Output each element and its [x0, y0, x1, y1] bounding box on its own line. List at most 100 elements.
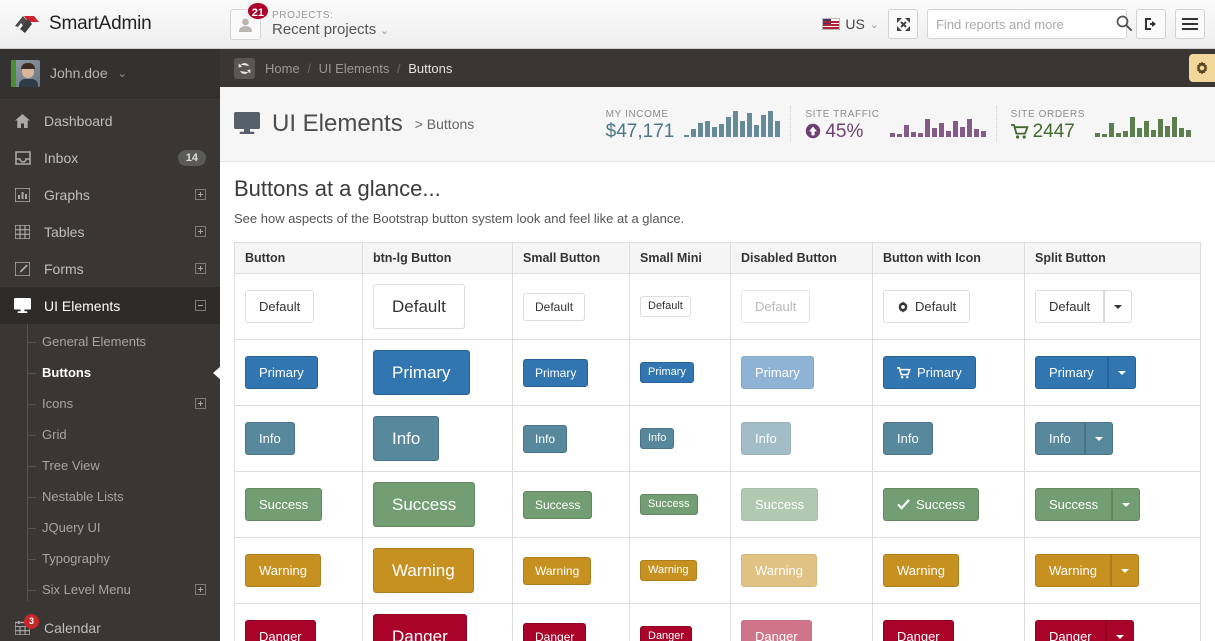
button-lg-warning[interactable]: Warning	[373, 548, 474, 593]
calendar-icon: 3	[14, 613, 39, 635]
brand[interactable]: SmartAdmin	[0, 0, 220, 49]
cell-button: Warning	[234, 537, 363, 604]
split-main-danger[interactable]: Danger	[1035, 620, 1106, 641]
calendar-count-badge: 3	[24, 613, 39, 629]
sidebar-item-dashboard[interactable]: Dashboard	[0, 102, 220, 139]
search-input[interactable]	[936, 16, 1112, 32]
fullscreen-button[interactable]	[888, 9, 918, 39]
sidebar-item-tables[interactable]: Tables	[0, 213, 220, 250]
button-xs-success[interactable]: Success	[640, 494, 698, 515]
collapse-minus-icon[interactable]	[195, 300, 206, 311]
button-label: Primary	[755, 365, 800, 380]
cell-disabled-button: Success	[730, 471, 873, 538]
cell-button: Success	[234, 471, 363, 538]
button-icon-warning[interactable]: Warning	[883, 554, 959, 587]
split-toggle-info[interactable]	[1084, 422, 1113, 455]
split-main-warning[interactable]: Warning	[1035, 554, 1111, 587]
search-box[interactable]	[927, 9, 1132, 39]
sidebar-item-icons[interactable]: Icons	[0, 388, 220, 419]
button-label: Default	[755, 299, 797, 314]
split-toggle-warning[interactable]	[1110, 554, 1139, 587]
cell-small-button: Success	[512, 471, 630, 538]
hamburger-icon	[1182, 18, 1198, 30]
sidebar-item-tree-view[interactable]: Tree View	[0, 450, 220, 481]
split-toggle-success[interactable]	[1112, 488, 1141, 521]
sidebar-item-nestable-lists[interactable]: Nestable Lists	[0, 481, 220, 512]
button-xs-warning[interactable]: Warning	[640, 560, 697, 581]
button-sm-default[interactable]: Default	[523, 292, 586, 321]
button-sm-success[interactable]: Success	[523, 490, 593, 519]
button-default[interactable]: Default	[245, 290, 315, 323]
table-column-header-6: Split Button	[1024, 242, 1201, 274]
button-warning[interactable]: Warning	[245, 554, 321, 587]
button-label: Primary	[917, 365, 962, 380]
cell-small-mini: Primary	[629, 339, 731, 406]
projects-selector[interactable]: Recent projects ⌄	[272, 21, 389, 38]
split-main-primary[interactable]: Primary	[1035, 356, 1108, 389]
button-icon-danger[interactable]: Danger	[883, 620, 954, 641]
button-lg-success[interactable]: Success	[373, 482, 476, 527]
button-xs-primary[interactable]: Primary	[640, 362, 694, 383]
projects-icon-wrap[interactable]: 21	[230, 0, 270, 40]
button-xs-danger[interactable]: Danger	[640, 626, 693, 641]
button-sm-danger[interactable]: Danger	[523, 622, 587, 641]
sidebar-item-six-level-menu[interactable]: Six Level Menu	[0, 574, 220, 605]
button-lg-info[interactable]: Info	[373, 416, 440, 461]
button-sm-info[interactable]: Info	[523, 424, 568, 453]
split-toggle-default[interactable]	[1104, 290, 1133, 323]
refresh-button[interactable]	[234, 57, 255, 79]
projects-block[interactable]: 21 PROJECTS: Recent projects ⌄	[220, 0, 389, 40]
button-lg-danger[interactable]: Danger	[373, 614, 467, 641]
sidebar-user[interactable]: John.doe ⌄	[0, 49, 220, 98]
split-button-info: Info	[1035, 422, 1113, 455]
logout-button[interactable]	[1136, 9, 1166, 39]
button-info[interactable]: Info	[245, 422, 295, 455]
cell-small-button: Primary	[512, 339, 630, 406]
search-icon[interactable]	[1116, 15, 1132, 34]
button-icon-info[interactable]: Info	[883, 422, 933, 455]
expand-plus-icon[interactable]	[195, 263, 206, 274]
breadcrumb-item-ui-elements[interactable]: UI Elements	[319, 61, 390, 76]
button-primary[interactable]: Primary	[245, 356, 318, 389]
sidebar-item-grid[interactable]: Grid	[0, 419, 220, 450]
sidebar-item-general-elements[interactable]: General Elements	[0, 326, 220, 357]
cell-small-mini: Info	[629, 405, 731, 472]
language-selector[interactable]: US ⌄	[822, 16, 879, 32]
sidebar-item-ui-elements[interactable]: UI Elements General Elements Buttons Ico…	[0, 287, 221, 609]
sidebar-item-inbox[interactable]: Inbox 14	[0, 139, 220, 176]
sidebar-item-calendar[interactable]: 3 Calendar	[0, 609, 220, 641]
split-toggle-primary[interactable]	[1107, 356, 1136, 389]
sidebar-item-buttons[interactable]: Buttons	[0, 357, 221, 388]
button-icon-default[interactable]: Default	[883, 290, 971, 323]
sidebar-item-jquery-ui[interactable]: JQuery UI	[0, 512, 220, 543]
button-xs-default[interactable]: Default	[640, 296, 691, 317]
button-lg-primary[interactable]: Primary	[373, 350, 470, 395]
split-main-success[interactable]: Success	[1035, 488, 1113, 521]
button-success[interactable]: Success	[245, 488, 323, 521]
button-sm-primary[interactable]: Primary	[523, 358, 589, 387]
sidebar-item-forms[interactable]: Forms	[0, 250, 220, 287]
button-danger[interactable]: Danger	[245, 620, 316, 641]
button-disabled-primary: Primary	[741, 356, 814, 389]
table-column-header-0: Button	[234, 242, 363, 274]
cart-icon	[897, 366, 911, 379]
expand-plus-icon[interactable]	[195, 189, 206, 200]
expand-plus-icon[interactable]	[195, 398, 206, 409]
settings-button[interactable]	[1189, 54, 1215, 82]
button-lg-default[interactable]: Default	[373, 284, 465, 329]
sidebar-item-graphs[interactable]: Graphs	[0, 176, 220, 213]
menu-toggle-button[interactable]	[1175, 9, 1205, 39]
button-icon-primary[interactable]: Primary	[883, 356, 976, 389]
sidebar-item-label: Inbox	[44, 149, 79, 166]
breadcrumb-item-home[interactable]: Home	[265, 61, 300, 76]
expand-plus-icon[interactable]	[195, 226, 206, 237]
button-sm-warning[interactable]: Warning	[523, 556, 592, 585]
split-main-default[interactable]: Default	[1035, 290, 1105, 323]
expand-plus-icon[interactable]	[195, 584, 206, 595]
buttons-table: Button btn-lg Button Small Button Small Min…	[234, 242, 1201, 641]
split-toggle-danger[interactable]	[1105, 620, 1134, 641]
button-xs-info[interactable]: Info	[640, 428, 675, 449]
split-main-info[interactable]: Info	[1035, 422, 1085, 455]
sidebar-item-typography[interactable]: Typography	[0, 543, 220, 574]
button-icon-success[interactable]: Success	[883, 488, 980, 521]
